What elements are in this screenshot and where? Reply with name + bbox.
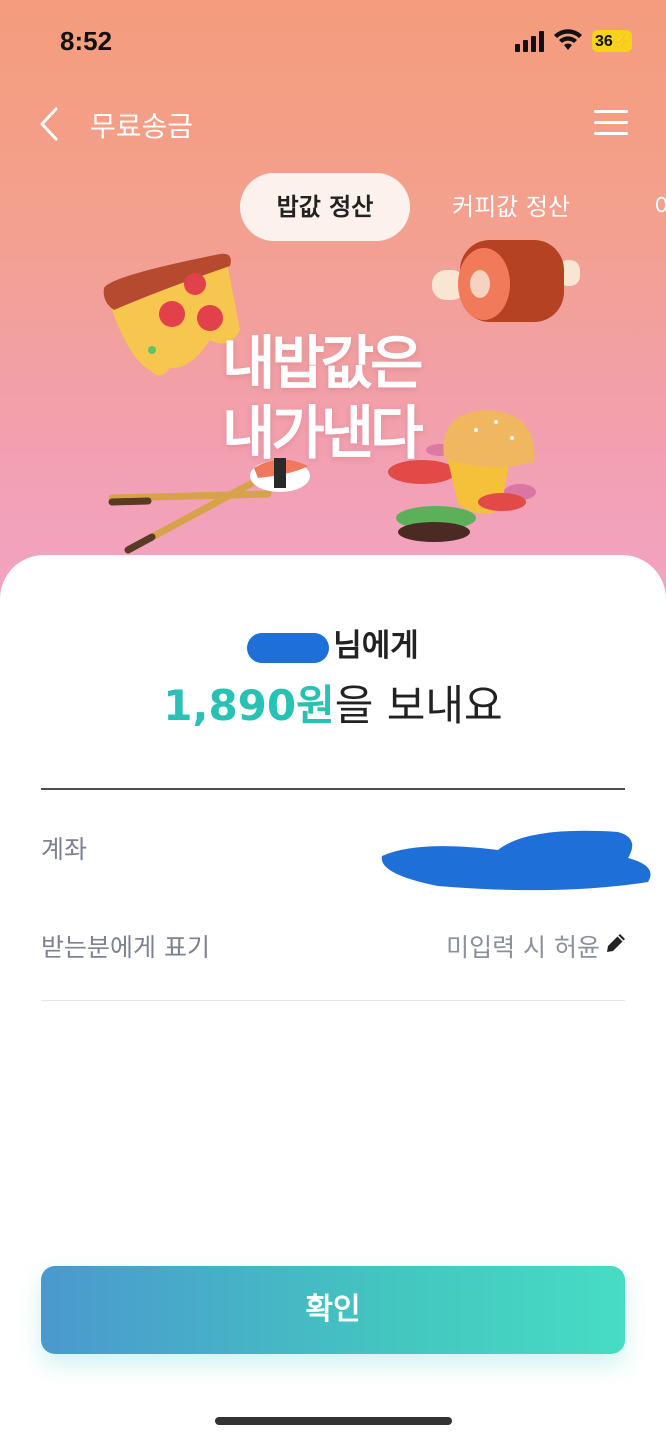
wifi-icon	[554, 29, 582, 50]
display-name-value[interactable]: 미입력 시 허윤	[446, 928, 600, 964]
confirm-button[interactable]: 확인	[41, 1266, 625, 1354]
banner-headline-line2: 내가낸다	[222, 399, 423, 467]
amount-suffix: 을 보내요	[334, 681, 503, 730]
page-title: 무료송금	[90, 110, 194, 143]
back-chevron-icon[interactable]	[36, 106, 64, 142]
recipient-line: 님에게	[0, 620, 666, 665]
recipient-suffix: 님에게	[333, 628, 419, 664]
banner-headline-line1: 내밥값은	[222, 329, 423, 397]
transfer-amount: 1,890원	[163, 681, 335, 730]
banner-headline: 내밥값은 내가낸다	[222, 328, 462, 468]
status-time: 8:52	[60, 26, 113, 56]
home-indicator	[215, 1417, 452, 1425]
divider	[41, 788, 625, 790]
meat-illustration	[432, 240, 580, 322]
redacted-account-number	[381, 830, 651, 891]
redacted-recipient-name	[247, 632, 330, 663]
battery-icon: 36⚡	[592, 30, 632, 52]
battery-level: 36	[595, 33, 613, 50]
amount-line: 1,890원을 보내요	[0, 672, 666, 733]
cellular-signal-icon	[515, 30, 547, 52]
tab-next[interactable]: 이	[654, 173, 666, 241]
tab-meal-settlement[interactable]: 밥값 정산	[240, 173, 410, 241]
hamburger-menu-icon[interactable]	[594, 110, 628, 136]
pencil-edit-icon[interactable]	[604, 931, 628, 955]
divider	[41, 1000, 625, 1001]
hero-banner: 8:52 36⚡ 무료송금 밥값 정산 커피값 정산 이 내밥값은 내가낸다	[0, 0, 666, 620]
account-label: 계좌	[41, 835, 88, 864]
display-name-label: 받는분에게 표기	[41, 933, 210, 962]
tab-coffee-settlement[interactable]: 커피값 정산	[452, 173, 570, 241]
